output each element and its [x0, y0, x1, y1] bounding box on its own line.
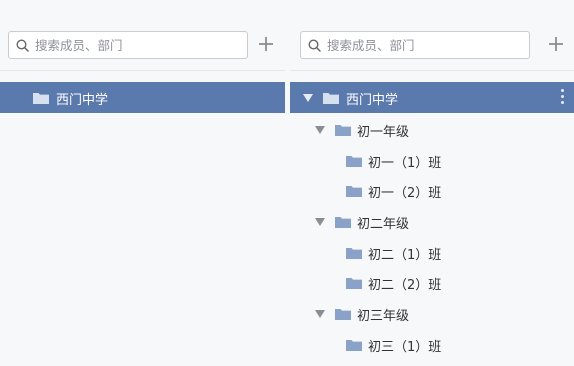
collapse-caret-icon[interactable] — [315, 126, 325, 134]
left-add-icon[interactable] — [257, 35, 275, 53]
left-org-panel: 西门中学 — [0, 0, 285, 366]
search-icon — [308, 39, 321, 52]
tree-class-row[interactable]: 初二（1）班 — [290, 237, 574, 268]
tree-class-label: 初一（1）班 — [368, 156, 442, 171]
folder-icon — [335, 217, 351, 228]
folder-icon — [346, 340, 362, 351]
right-search-input[interactable] — [327, 36, 523, 54]
folder-icon — [323, 93, 339, 104]
tree-class-label: 初三（1）班 — [368, 340, 442, 355]
folder-icon — [335, 309, 351, 320]
tree-class-row[interactable]: 初一（1）班 — [290, 145, 574, 176]
search-icon — [16, 39, 29, 52]
collapse-caret-icon[interactable] — [303, 94, 313, 102]
left-tree-root-row[interactable]: 西门中学 — [0, 82, 285, 113]
tree-class-label: 初一（2）班 — [368, 186, 442, 201]
tree-group-row[interactable]: 初一年级 — [290, 114, 574, 145]
left-search-input[interactable] — [35, 36, 241, 54]
tree-class-label: 初二（1）班 — [368, 248, 442, 263]
folder-icon — [335, 125, 351, 136]
right-org-panel: 西门中学 初一年级 初一（1）班 初一（2）班 — [290, 0, 574, 366]
folder-icon — [346, 248, 362, 259]
collapse-caret-icon[interactable] — [315, 310, 325, 318]
left-search-box[interactable] — [8, 31, 248, 59]
right-tree-root-row[interactable]: 西门中学 — [290, 82, 574, 113]
right-search-box[interactable] — [300, 31, 530, 59]
folder-icon — [33, 93, 49, 104]
right-toolbar — [290, 0, 574, 71]
tree-group-label: 初一年级 — [357, 125, 410, 140]
tree-class-row[interactable]: 初二（2）班 — [290, 267, 574, 298]
tree-class-row[interactable]: 初一（2）班 — [290, 175, 574, 206]
folder-icon — [346, 156, 362, 167]
folder-icon — [346, 186, 362, 197]
tree-group-label: 初三年级 — [357, 309, 410, 324]
tree-group-label: 初二年级 — [357, 217, 410, 232]
folder-icon — [346, 278, 362, 289]
tree-class-label: 初二（2）班 — [368, 278, 442, 293]
left-tree-root-label: 西门中学 — [56, 93, 109, 108]
tree-group-row[interactable]: 初二年级 — [290, 206, 574, 237]
more-options-icon[interactable] — [561, 89, 565, 105]
tree-class-row[interactable]: 初三（1）班 — [290, 329, 574, 360]
org-tree-screens: 西门中学 西门中学 — [0, 0, 574, 366]
tree-group-row[interactable]: 初三年级 — [290, 298, 574, 329]
right-tree-root-label: 西门中学 — [346, 93, 399, 108]
right-add-icon[interactable] — [547, 35, 565, 53]
left-toolbar — [0, 0, 285, 71]
collapse-caret-icon[interactable] — [315, 218, 325, 226]
